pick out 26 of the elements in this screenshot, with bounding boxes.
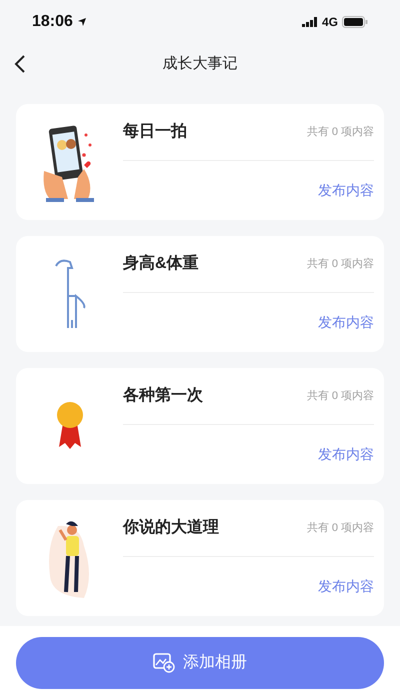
item-count: 共有 0 项内容 — [306, 256, 374, 272]
back-icon[interactable] — [14, 55, 26, 73]
publish-link[interactable]: 发布内容 — [318, 444, 374, 465]
item-count: 共有 0 项内容 — [306, 388, 374, 404]
location-arrow-icon — [76, 17, 87, 27]
item-count: 共有 0 项内容 — [306, 520, 374, 536]
status-time: 18:06 — [32, 12, 73, 32]
event-card[interactable]: 你说的大道理 共有 0 项内容 发布内容 — [16, 500, 384, 616]
event-card[interactable]: 身高&体重 共有 0 项内容 发布内容 — [16, 236, 384, 352]
battery-icon — [342, 16, 368, 28]
network-label: 4G — [322, 14, 338, 31]
add-album-button[interactable]: 添加相册 — [16, 637, 384, 689]
publish-link[interactable]: 发布内容 — [318, 576, 374, 597]
card-title: 你说的大道理 — [123, 518, 219, 538]
item-count: 共有 0 项内容 — [306, 124, 374, 140]
page-title: 成长大事记 — [162, 54, 238, 74]
card-title: 身高&体重 — [123, 253, 199, 274]
signal-icon — [302, 17, 318, 27]
card-title: 每日一拍 — [123, 122, 187, 142]
event-card[interactable]: 每日一拍 共有 0 项内容 发布内容 — [16, 104, 384, 220]
medal-icon — [54, 401, 84, 451]
event-card[interactable]: 各种第一次 共有 0 项内容 发布内容 — [16, 368, 384, 484]
card-title: 各种第一次 — [123, 386, 203, 406]
publish-link[interactable]: 发布内容 — [318, 312, 374, 333]
publish-link[interactable]: 发布内容 — [318, 180, 374, 201]
image-add-icon — [153, 653, 175, 673]
